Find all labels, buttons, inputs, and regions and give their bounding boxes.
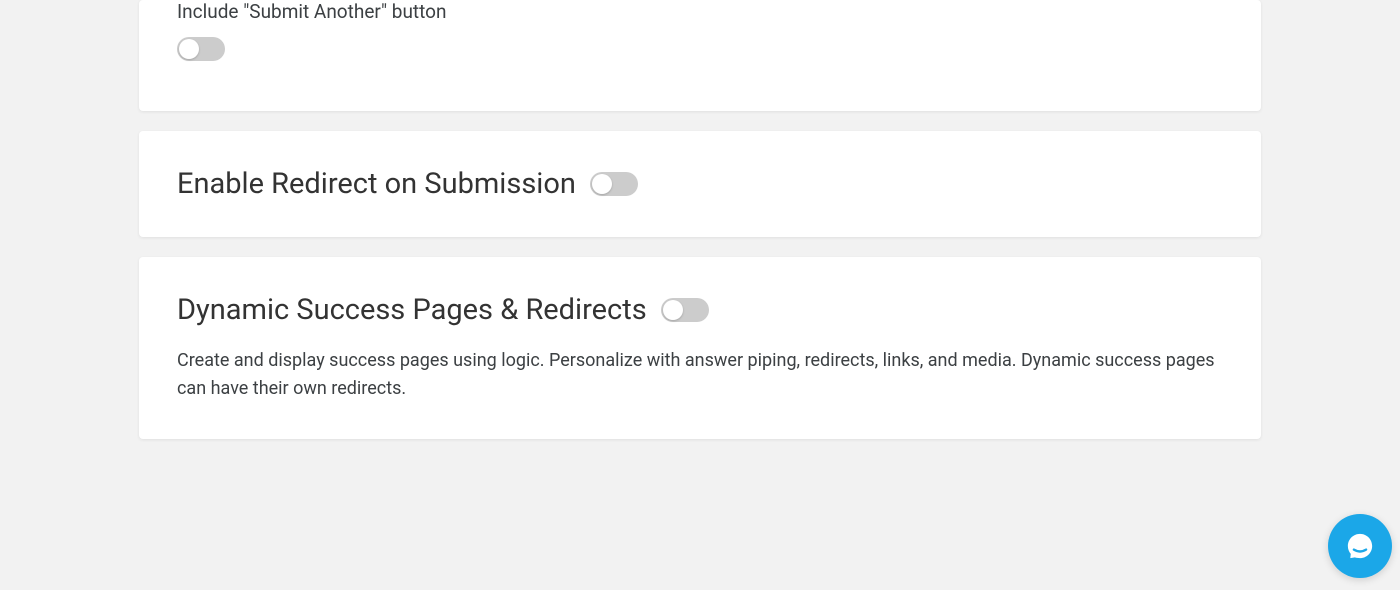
chat-support-button[interactable] bbox=[1328, 514, 1392, 578]
toggle-knob bbox=[663, 300, 683, 320]
submit-another-toggle[interactable] bbox=[177, 37, 225, 61]
dynamic-success-toggle[interactable] bbox=[661, 298, 709, 322]
toggle-knob bbox=[592, 174, 612, 194]
redirect-toggle[interactable] bbox=[590, 172, 638, 196]
dynamic-success-description: Create and display success pages using l… bbox=[177, 347, 1223, 403]
submit-another-label: Include "Submit Another" button bbox=[177, 0, 1223, 23]
dynamic-success-card: Dynamic Success Pages & Redirects Create… bbox=[139, 257, 1261, 439]
redirect-card: Enable Redirect on Submission bbox=[139, 131, 1261, 237]
redirect-title: Enable Redirect on Submission bbox=[177, 167, 576, 201]
submit-another-card: Include "Submit Another" button bbox=[139, 0, 1261, 111]
dynamic-success-title: Dynamic Success Pages & Redirects bbox=[177, 293, 647, 327]
chat-icon bbox=[1343, 529, 1377, 563]
toggle-knob bbox=[179, 39, 199, 59]
